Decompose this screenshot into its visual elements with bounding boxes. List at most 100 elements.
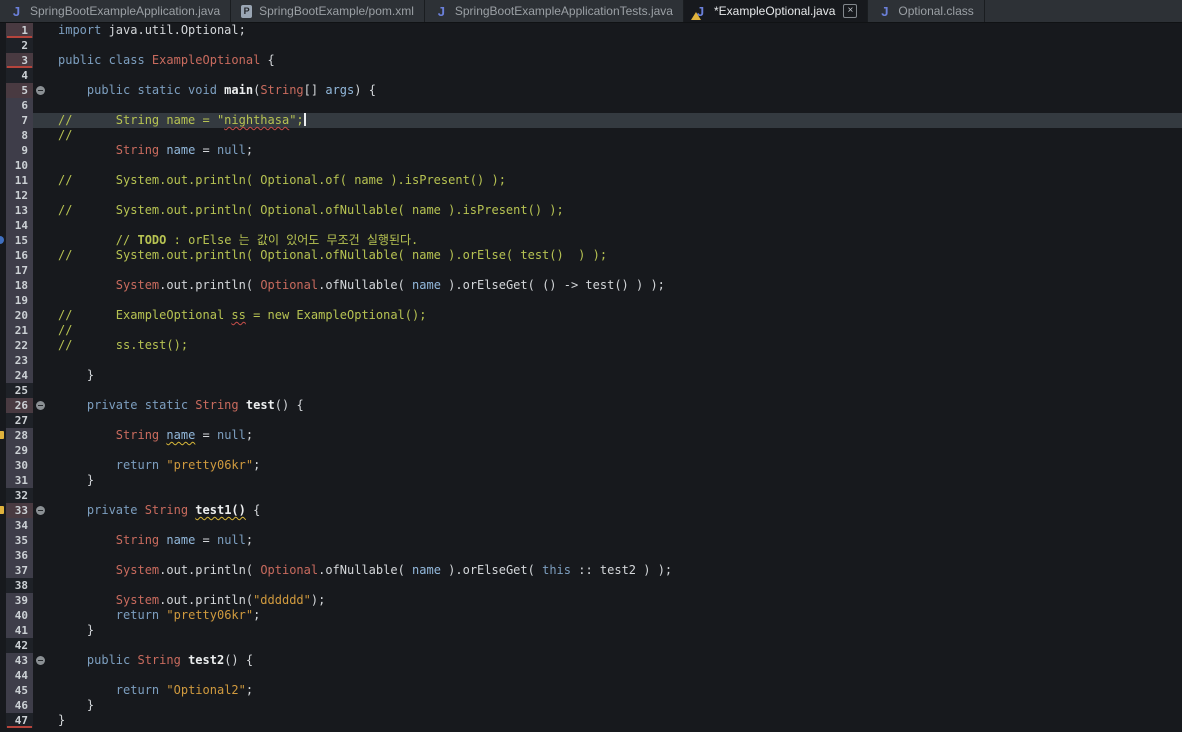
code-line-text[interactable]: public class ExampleOptional { [33, 53, 1182, 68]
code-line-text[interactable] [33, 413, 1182, 428]
tab--exampleoptional-java[interactable]: J *ExampleOptional.java × [683, 0, 869, 22]
line-number[interactable]: 17 [6, 263, 33, 278]
code-line[interactable]: 36 [0, 548, 1182, 563]
code-line-text[interactable]: String name = null; [33, 428, 1182, 443]
code-line-text[interactable] [33, 488, 1182, 503]
code-line-text[interactable]: private static String test() { [33, 398, 1182, 413]
code-line[interactable]: 46 } [0, 698, 1182, 713]
code-line[interactable]: 40 return "pretty06kr"; [0, 608, 1182, 623]
code-line[interactable]: 32 [0, 488, 1182, 503]
code-line-text[interactable] [33, 293, 1182, 308]
code-line[interactable]: 25 [0, 383, 1182, 398]
line-number[interactable]: 3 [6, 53, 33, 68]
line-number[interactable]: 1 [6, 23, 33, 38]
code-line[interactable]: 8 // [0, 128, 1182, 143]
code-line[interactable]: 23 [0, 353, 1182, 368]
code-line-text[interactable]: } [33, 713, 1182, 728]
code-line[interactable]: 3 public class ExampleOptional { [0, 53, 1182, 68]
code-line[interactable]: 17 [0, 263, 1182, 278]
line-number[interactable]: 12 [6, 188, 33, 203]
tab-springbootexampleapplicationtests-java[interactable]: J SpringBootExampleApplicationTests.java [425, 0, 684, 22]
code-line-text[interactable]: } [33, 698, 1182, 713]
code-line[interactable]: 6 [0, 98, 1182, 113]
code-line[interactable]: 4 [0, 68, 1182, 83]
line-number[interactable]: 23 [6, 353, 33, 368]
code-line-text[interactable]: // [33, 323, 1182, 338]
code-line-text[interactable] [33, 218, 1182, 233]
line-number[interactable]: 38 [6, 578, 33, 593]
line-number[interactable]: 31 [6, 473, 33, 488]
tab-optional-class[interactable]: J Optional.class [868, 0, 985, 22]
line-number[interactable]: 32 [6, 488, 33, 503]
code-line[interactable]: 43 public String test2() { [0, 653, 1182, 668]
line-number[interactable]: 40 [6, 608, 33, 623]
code-line[interactable]: 35 String name = null; [0, 533, 1182, 548]
line-number[interactable]: 34 [6, 518, 33, 533]
code-line[interactable]: 10 [0, 158, 1182, 173]
line-number[interactable]: 42 [6, 638, 33, 653]
line-number[interactable]: 33 [6, 503, 33, 518]
line-number[interactable]: 36 [6, 548, 33, 563]
code-line[interactable]: 11 // System.out.println( Optional.of( na… [0, 173, 1182, 188]
line-number[interactable]: 22 [6, 338, 33, 353]
line-number[interactable]: 19 [6, 293, 33, 308]
line-number[interactable]: 47 [6, 713, 33, 728]
code-line-text[interactable] [33, 263, 1182, 278]
code-line[interactable]: 30 return "pretty06kr"; [0, 458, 1182, 473]
code-line-text[interactable]: } [33, 368, 1182, 383]
code-line[interactable]: 26 private static String test() { [0, 398, 1182, 413]
code-line[interactable]: 33 private String test1() { [0, 503, 1182, 518]
code-line-text[interactable]: // [33, 128, 1182, 143]
code-line[interactable]: 41 } [0, 623, 1182, 638]
code-line-text[interactable]: System.out.println("dddddd"); [33, 593, 1182, 608]
code-line[interactable]: 21 // [0, 323, 1182, 338]
code-line-text[interactable]: } [33, 473, 1182, 488]
code-line-text[interactable]: // System.out.println( Optional.ofNullab… [33, 203, 1182, 218]
fold-collapse-icon[interactable] [36, 86, 45, 95]
code-line[interactable]: 47} [0, 713, 1182, 728]
code-line-text[interactable]: return "pretty06kr"; [33, 608, 1182, 623]
tab-springbootexampleapplication-java[interactable]: J SpringBootExampleApplication.java [0, 0, 232, 22]
line-number[interactable]: 2 [6, 38, 33, 53]
code-line[interactable]: 1 import java.util.Optional; [0, 23, 1182, 38]
line-number[interactable]: 16 [6, 248, 33, 263]
code-line-text[interactable] [33, 578, 1182, 593]
code-line[interactable]: 16 // System.out.println( Optional.ofNull… [0, 248, 1182, 263]
line-number[interactable]: 5 [6, 83, 33, 98]
code-line[interactable]: 22 // ss.test(); [0, 338, 1182, 353]
line-number[interactable]: 43 [6, 653, 33, 668]
code-line-text[interactable] [33, 548, 1182, 563]
line-number[interactable]: 45 [6, 683, 33, 698]
line-number[interactable]: 41 [6, 623, 33, 638]
code-line-text[interactable]: import java.util.Optional; [33, 23, 1182, 38]
fold-collapse-icon[interactable] [36, 506, 45, 515]
task-marker-icon[interactable] [0, 236, 4, 244]
code-line[interactable]: 37 System.out.println( Optional.ofNullab… [0, 563, 1182, 578]
code-line[interactable]: 15 // TODO : orElse 는 값이 있어도 무조건 실행된다. [0, 233, 1182, 248]
tab-springbootexample-pom-xml[interactable]: P SpringBootExample/pom.xml [231, 0, 425, 22]
code-line[interactable]: 42 [0, 638, 1182, 653]
code-line[interactable]: 44 [0, 668, 1182, 683]
code-line[interactable]: 5 public static void main(String[] args)… [0, 83, 1182, 98]
code-line-text[interactable] [33, 668, 1182, 683]
code-line[interactable]: 45 return "Optional2"; [0, 683, 1182, 698]
close-tab-icon[interactable]: × [843, 4, 858, 18]
code-line-text[interactable] [33, 68, 1182, 83]
warning-marker-icon[interactable] [0, 431, 4, 439]
line-number[interactable]: 20 [6, 308, 33, 323]
line-number[interactable]: 4 [6, 68, 33, 83]
code-line[interactable]: 2 [0, 38, 1182, 53]
code-line-text[interactable]: String name = null; [33, 143, 1182, 158]
code-line-text[interactable] [33, 98, 1182, 113]
line-number[interactable]: 37 [6, 563, 33, 578]
line-number[interactable]: 10 [6, 158, 33, 173]
line-number[interactable]: 8 [6, 128, 33, 143]
line-number[interactable]: 18 [6, 278, 33, 293]
code-line[interactable]: 38 [0, 578, 1182, 593]
line-number[interactable]: 14 [6, 218, 33, 233]
code-line-text[interactable]: // System.out.println( Optional.ofNullab… [33, 248, 1182, 263]
code-line[interactable]: 18 System.out.println( Optional.ofNullab… [0, 278, 1182, 293]
code-line-text[interactable]: private String test1() { [33, 503, 1182, 518]
code-line[interactable]: 24 } [0, 368, 1182, 383]
code-line[interactable]: 28 String name = null; [0, 428, 1182, 443]
